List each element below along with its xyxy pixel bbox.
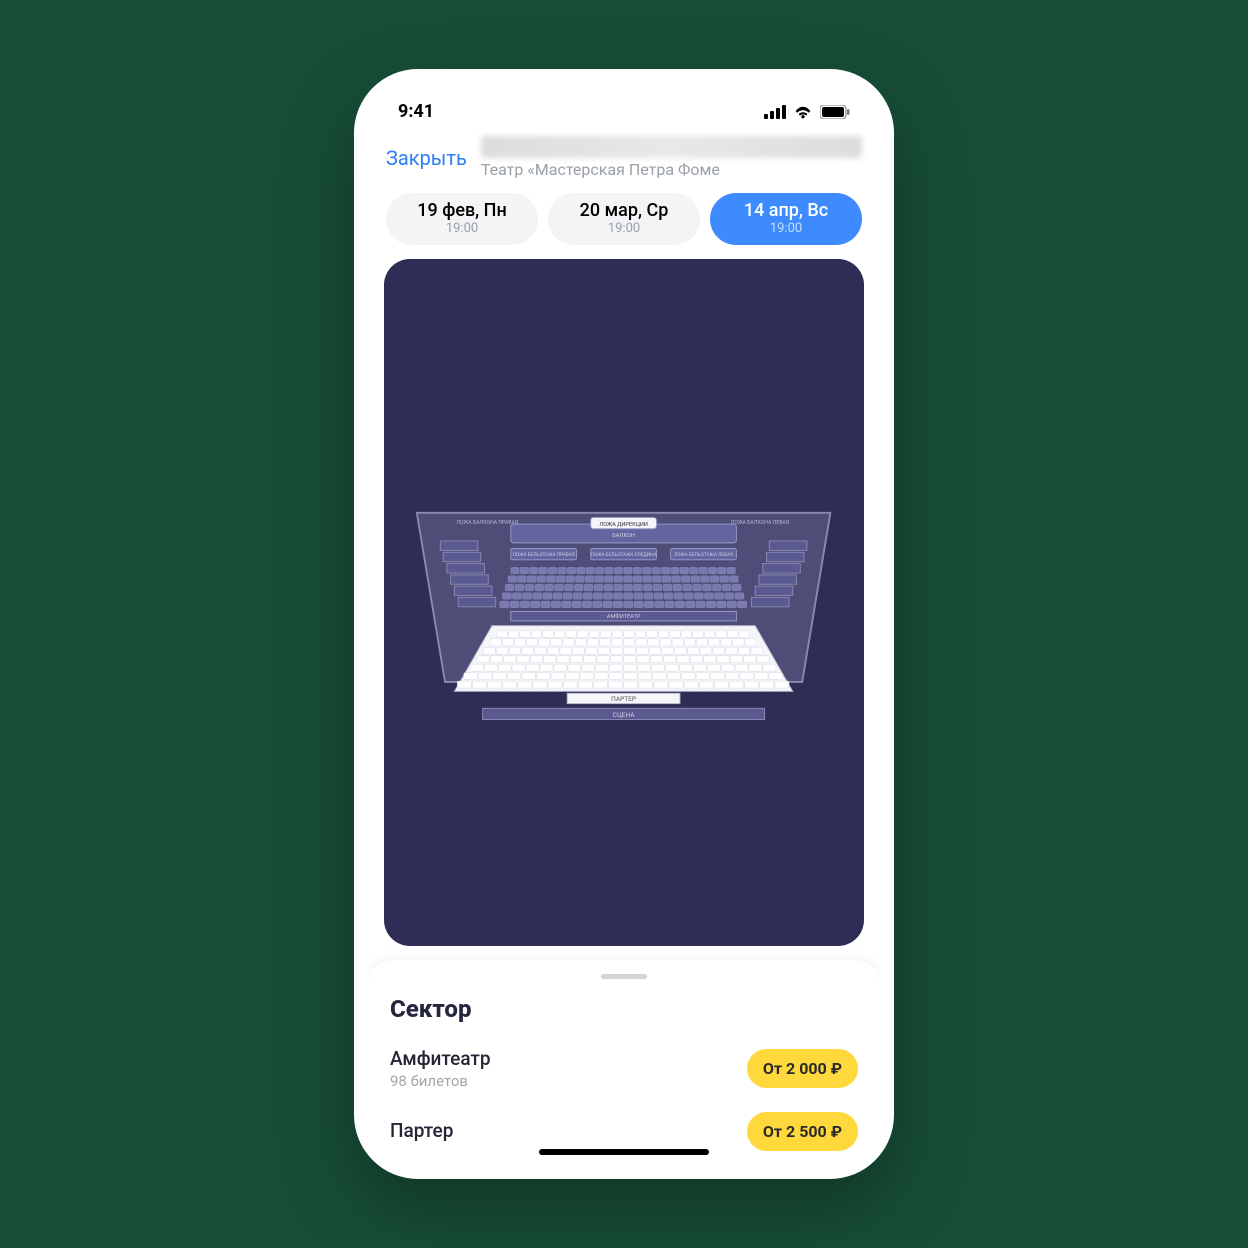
phone-frame: 9:41 Закрыть Театр «Мастерская Петра Фом… — [354, 69, 894, 1179]
home-indicator[interactable] — [539, 1149, 709, 1155]
seatmap-svg: ЛОЖА ДИРЕКЦИИ БАЛКОН ЛОЖА БАЛКОНА ПРАВАЯ… — [398, 447, 849, 757]
venue-name: Театр «Мастерская Петра Фоме — [481, 160, 862, 179]
close-button[interactable]: Закрыть — [386, 146, 467, 170]
label-parterre: ПАРТЕР — [612, 695, 637, 703]
date-option-1[interactable]: 20 мар, Ср 19:00 — [548, 193, 700, 245]
battery-icon — [820, 105, 850, 119]
screen: 9:41 Закрыть Театр «Мастерская Петра Фом… — [368, 83, 880, 1165]
sector-price[interactable]: От 2 500 ₽ — [747, 1112, 858, 1151]
date-option-2[interactable]: 14 апр, Вс 19:00 — [710, 193, 862, 245]
sheet-title: Сектор — [390, 995, 858, 1023]
sector-row-1[interactable]: Партер От 2 500 ₽ — [390, 1104, 858, 1165]
label-stage: СЦЕНА — [613, 711, 636, 719]
status-bar: 9:41 — [368, 83, 880, 128]
date-time: 19:00 — [720, 221, 852, 236]
sheet-grabber[interactable] — [601, 974, 647, 979]
label-balcony-box-right: ЛОЖА БАЛКОНА ПРАВАЯ — [457, 520, 519, 526]
date-label: 19 фев, Пн — [396, 200, 528, 221]
sector-sheet[interactable]: Сектор Амфитеатр 98 билетов От 2 000 ₽ П… — [368, 960, 880, 1165]
sector-row-0[interactable]: Амфитеатр 98 билетов От 2 000 ₽ — [390, 1039, 858, 1104]
seating-map[interactable]: ЛОЖА ДИРЕКЦИИ БАЛКОН ЛОЖА БАЛКОНА ПРАВАЯ… — [384, 259, 864, 946]
status-time: 9:41 — [398, 101, 434, 122]
sector-name: Амфитеатр — [390, 1047, 491, 1070]
date-selector: 19 фев, Пн 19:00 20 мар, Ср 19:00 14 апр… — [368, 189, 880, 259]
header: Закрыть Театр «Мастерская Петра Фоме — [368, 128, 880, 189]
date-label: 14 апр, Вс — [720, 200, 852, 221]
sector-count: 98 билетов — [390, 1072, 491, 1090]
event-title-placeholder — [481, 136, 862, 158]
label-amphitheatre: АМФИТЕАТР — [607, 613, 641, 620]
date-label: 20 мар, Ср — [558, 200, 690, 221]
sector-price[interactable]: От 2 000 ₽ — [747, 1049, 858, 1088]
label-bel-left: ЛОЖА БЕЛЬЭТАЖА ЛЕВАЯ — [674, 552, 733, 558]
title-block: Театр «Мастерская Петра Фоме — [481, 136, 862, 179]
date-time: 19:00 — [558, 221, 690, 236]
sector-name: Партер — [390, 1119, 453, 1142]
label-bel-right: ЛОЖА БЕЛЬЭТАЖА ПРАВАЯ — [513, 552, 575, 558]
label-balcony: БАЛКОН — [613, 534, 636, 540]
label-balcony-box-left: ЛОЖА БАЛКОНА ЛЕВАЯ — [731, 520, 789, 526]
date-time: 19:00 — [396, 221, 528, 236]
label-director-box: ЛОЖА ДИРЕКЦИИ — [600, 522, 649, 528]
cellular-icon — [764, 105, 786, 119]
label-bel-mid: ЛОЖА БЕЛЬЭТАЖА СРЕДИНА — [591, 552, 657, 558]
date-option-0[interactable]: 19 фев, Пн 19:00 — [386, 193, 538, 245]
wifi-icon — [793, 105, 813, 119]
